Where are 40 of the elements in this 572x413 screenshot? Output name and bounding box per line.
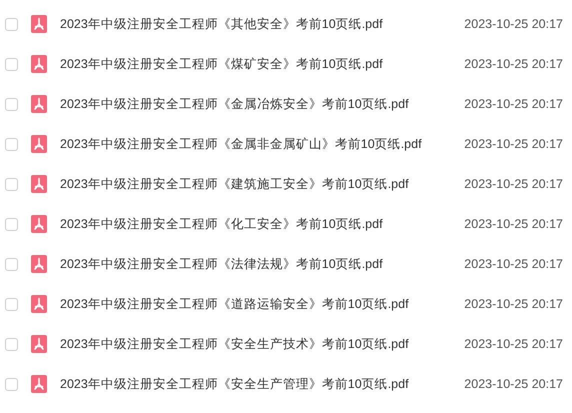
pdf-file-icon	[31, 335, 47, 353]
file-date: 2023-10-25 20:17	[464, 296, 564, 313]
file-date: 2023-10-25 20:17	[464, 56, 564, 73]
checkbox[interactable]	[5, 58, 18, 70]
file-date: 2023-10-25 20:17	[464, 376, 564, 393]
file-name[interactable]: 2023年中级注册安全工程师《安全生产管理》考前10页纸.pdf	[60, 374, 464, 394]
file-name[interactable]: 2023年中级注册安全工程师《化工安全》考前10页纸.pdf	[60, 214, 464, 234]
pdf-file-icon	[31, 295, 47, 313]
checkbox[interactable]	[5, 338, 18, 350]
checkbox[interactable]	[5, 98, 18, 110]
file-name[interactable]: 2023年中级注册安全工程师《道路运输安全》考前10页纸.pdf	[60, 294, 464, 314]
checkbox[interactable]	[5, 378, 18, 390]
file-date: 2023-10-25 20:17	[464, 336, 564, 353]
file-name[interactable]: 2023年中级注册安全工程师《建筑施工安全》考前10页纸.pdf	[60, 174, 464, 194]
checkbox[interactable]	[5, 258, 18, 270]
file-date: 2023-10-25 20:17	[464, 256, 564, 273]
file-date: 2023-10-25 20:17	[464, 16, 564, 33]
file-name[interactable]: 2023年中级注册安全工程师《其他安全》考前10页纸.pdf	[60, 14, 464, 34]
file-name[interactable]: 2023年中级注册安全工程师《金属非金属矿山》考前10页纸.pdf	[60, 134, 464, 154]
file-date: 2023-10-25 20:17	[464, 176, 564, 193]
pdf-file-icon	[31, 215, 47, 233]
file-date: 2023-10-25 20:17	[464, 136, 564, 153]
pdf-file-icon	[31, 135, 47, 153]
pdf-file-icon	[31, 95, 47, 113]
checkbox[interactable]	[5, 178, 18, 190]
pdf-file-icon	[31, 15, 47, 33]
file-date: 2023-10-25 20:17	[464, 216, 564, 233]
checkbox[interactable]	[5, 138, 18, 150]
pdf-file-icon	[31, 175, 47, 193]
pdf-file-icon	[31, 255, 47, 273]
file-name[interactable]: 2023年中级注册安全工程师《煤矿安全》考前10页纸.pdf	[60, 54, 464, 74]
file-name[interactable]: 2023年中级注册安全工程师《法律法规》考前10页纸.pdf	[60, 254, 464, 274]
file-name[interactable]: 2023年中级注册安全工程师《安全生产技术》考前10页纸.pdf	[60, 334, 464, 354]
checkbox[interactable]	[5, 298, 18, 310]
checkbox[interactable]	[5, 18, 18, 30]
file-name[interactable]: 2023年中级注册安全工程师《金属冶炼安全》考前10页纸.pdf	[60, 94, 464, 114]
pdf-file-icon	[31, 375, 47, 393]
file-date: 2023-10-25 20:17	[464, 96, 564, 113]
pdf-file-icon	[31, 55, 47, 73]
checkbox[interactable]	[5, 218, 18, 230]
